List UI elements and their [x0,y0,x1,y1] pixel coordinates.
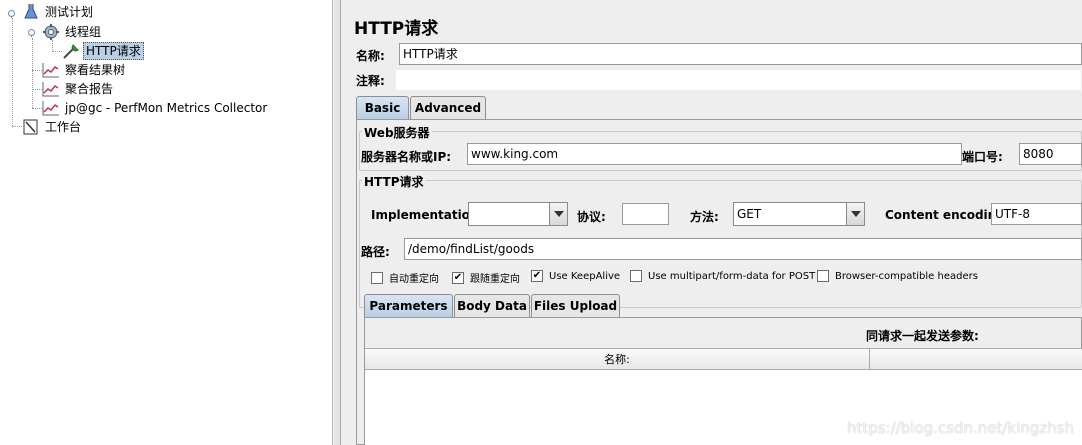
checkbox-label: Use KeepAlive [549,270,621,282]
checkbox-box[interactable] [630,270,642,282]
tree-expand-handle-icon[interactable] [7,9,16,18]
implementation-value [469,203,549,225]
browser-compatible-headers-checkbox[interactable]: Browser-compatible headers [817,270,978,282]
tab-files-upload[interactable]: Files Upload [531,294,620,317]
tree-item-http-request[interactable]: HTTP请求 [62,42,144,60]
comment-label: 注释: [356,74,385,88]
port-field[interactable]: 8080 [1019,143,1082,165]
method-label: 方法: [690,210,719,224]
tree-connector-line [32,89,42,90]
thread-group-gear-icon [43,24,59,40]
parameters-table-header: 名称: [365,348,1082,370]
checkmark-icon[interactable]: ✔ [531,270,543,282]
checkbox-label: Browser-compatible headers [835,270,978,282]
listener-chart-icon [42,63,59,78]
tree-connector-line [32,70,42,71]
tree-connector-line [12,18,13,126]
tree-connector-line [12,126,22,127]
tree-connector-line [32,38,33,108]
tree-item-label: jp@gc - PerfMon Metrics Collector [65,101,268,115]
tree-item-label: 察看结果树 [65,63,126,77]
web-server-group-title: Web服务器 [362,124,432,141]
checkmark-icon[interactable]: ✔ [452,271,464,284]
tree-item-perfmon-collector[interactable]: jp@gc - PerfMon Metrics Collector [42,99,269,117]
test-plan-icon [24,4,38,19]
tree-item-label: 线程组 [65,25,102,39]
listener-chart-icon [42,82,59,97]
tab-basic[interactable]: Basic [356,96,409,119]
path-field[interactable]: /demo/findList/goods [404,238,1082,260]
content-encoding-field[interactable]: UTF-8 [991,203,1082,225]
method-value: GET [737,207,762,221]
tree-item-aggregate-report[interactable]: 聚合报告 [42,80,115,98]
watermark: https://blog.csdn.net/kingzhsh [846,419,1074,437]
path-label: 路径: [361,245,390,259]
implementation-label: Implementation: [371,208,484,222]
chevron-down-icon[interactable] [846,203,864,225]
tree-item-test-plan[interactable]: 测试计划 [22,3,95,21]
tree-connector-line [32,108,42,109]
checkbox-label: Use multipart/form-data for POST [648,270,816,282]
auto-redirect-checkbox[interactable]: 自动重定向 [371,270,439,285]
listener-chart-icon [42,101,59,116]
chevron-down-icon[interactable] [549,203,567,225]
checkbox-label: 跟随重定向 [470,274,520,285]
multipart-post-checkbox[interactable]: Use multipart/form-data for POST [630,270,815,282]
name-field[interactable]: HTTP请求 [399,43,1082,65]
port-label: 端口号: [962,150,1003,164]
checkbox-box[interactable] [371,271,383,284]
checkbox-box[interactable] [817,270,829,282]
name-label: 名称: [356,49,385,63]
test-plan-tree[interactable]: 测试计划 线程组 HTTP请求 察看结果树 聚合报告 jp@gc - PerfM… [0,0,333,445]
tree-connector-line [52,51,62,52]
server-label: 服务器名称或IP: [361,150,452,164]
tab-parameters[interactable]: Parameters [364,294,453,317]
tree-item-label: 工作台 [45,120,82,134]
column-header-value[interactable] [870,349,1082,369]
method-select[interactable]: GET [733,202,865,226]
tree-item-label: 聚合报告 [65,82,114,96]
protocol-field[interactable] [622,203,669,225]
pane-splitter[interactable] [334,0,341,445]
server-name-field[interactable]: www.king.com [467,143,962,165]
use-keepalive-checkbox[interactable]: ✔ Use KeepAlive [531,270,620,282]
workbench-icon [23,119,38,135]
tab-advanced[interactable]: Advanced [410,96,486,119]
page-title: HTTP请求 [354,19,439,39]
tree-expand-handle-icon[interactable] [27,28,36,37]
http-sampler-dropper-icon [63,44,79,59]
implementation-select[interactable] [468,202,568,226]
tree-item-workbench[interactable]: 工作台 [22,118,83,136]
follow-redirects-checkbox[interactable]: ✔ 跟随重定向 [452,270,520,285]
comment-field[interactable] [395,69,1082,91]
tree-item-label: HTTP请求 [83,42,144,60]
column-header-name[interactable]: 名称: [365,349,870,369]
protocol-label: 协议: [577,210,606,224]
tree-item-label: 测试计划 [45,5,94,19]
checkbox-label: 自动重定向 [389,274,439,285]
tree-item-thread-group[interactable]: 线程组 [42,23,103,41]
parameters-caption: 同请求一起发送参数: [866,329,979,343]
http-request-group-title: HTTP请求 [362,173,426,190]
tree-item-view-results-tree[interactable]: 察看结果树 [42,61,127,79]
tab-body-data[interactable]: Body Data [454,294,530,317]
